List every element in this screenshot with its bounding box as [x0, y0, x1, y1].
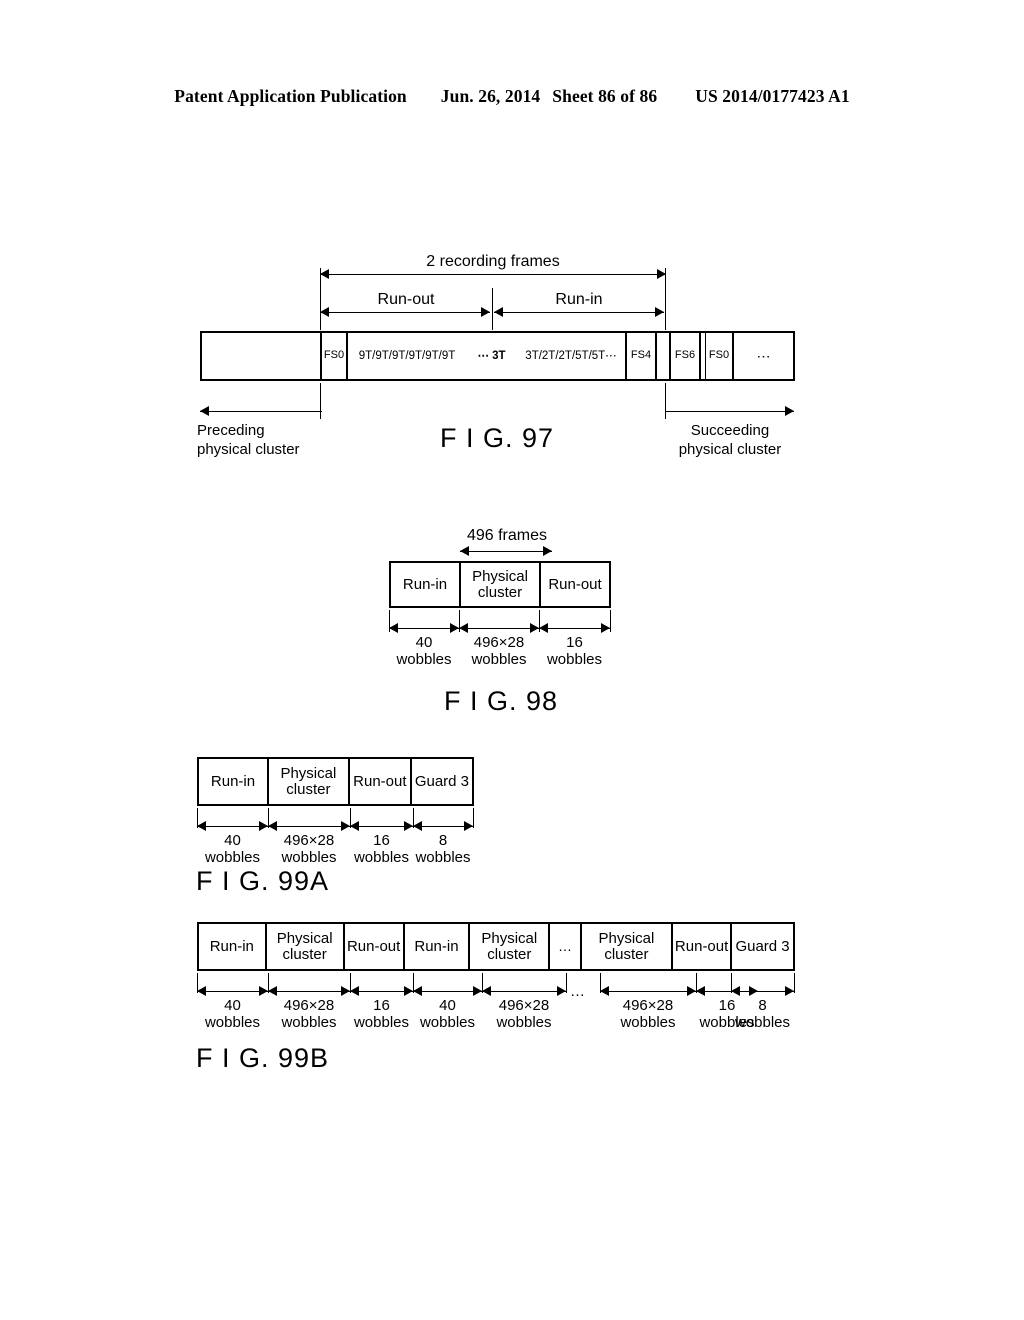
fig98-caption: F I G. 98: [444, 686, 559, 716]
fig99a-dim-value-1: 496×28: [283, 832, 335, 849]
fig99a-cell-run-in: Run-in: [199, 759, 269, 804]
header-sheet: Sheet 86 of 86: [552, 86, 658, 106]
fig99b-dim-unit-6: wobbles: [620, 1014, 676, 1032]
fig99b-cluster-bar: Run-in Physical cluster Run-out Run-in P…: [197, 922, 795, 971]
fig97-cell-9t-sequence: 9T/9T/9T/9T/9T/9T: [348, 333, 466, 379]
fig99b-dim-text-3: 40 wobbles: [413, 997, 482, 1032]
fig98-dim-unit-2: wobbles: [546, 651, 603, 669]
fig98-dim-text-1: 496×28 wobbles: [459, 634, 539, 669]
fig99b-dim-value-4: 496×28: [498, 997, 550, 1014]
fig99a-dim-text-0: 40 wobbles: [197, 832, 268, 867]
fig98-dim-value-2: 16: [566, 634, 583, 651]
fig97-succeeding-arrow: [666, 405, 794, 419]
fig99a-dim-unit-3: wobbles: [415, 849, 471, 867]
fig99b-dim-unit-0: wobbles: [204, 1014, 261, 1032]
fig99b-cell-run-out-2: Run-out: [673, 924, 733, 969]
fig99b-dim-text-8: 8 wobbles: [731, 997, 794, 1032]
fig99b-dim-text-6: 496×28 wobbles: [600, 997, 696, 1032]
fig98-frames-arrow: [460, 545, 552, 559]
fig99a-cell-guard-3: Guard 3: [411, 759, 472, 804]
header-date: Jun. 26, 2014: [440, 86, 541, 106]
fig99b-cell-run-in-1: Run-in: [199, 924, 267, 969]
fig99a-dim-unit-2: wobbles: [353, 849, 410, 867]
fig99b-cell-physical-cluster-2: Physical cluster: [470, 924, 551, 969]
fig99a-cell-run-out: Run-out: [349, 759, 412, 804]
fig99b-cell-run-in-2: Run-in: [404, 924, 471, 969]
fig97-recording-frames-arrow: [320, 268, 666, 282]
fig98-dim-unit-1: wobbles: [471, 651, 527, 669]
fig97-run-out-arrow: [320, 306, 492, 320]
fig99b-dim-value-2: 16: [373, 997, 390, 1014]
fig99b-dim-unit-3: wobbles: [419, 1014, 476, 1032]
fig99a-dim-text-1: 496×28 wobbles: [268, 832, 350, 867]
fig99b-dim-text-4: 496×28 wobbles: [482, 997, 566, 1032]
fig98-tick-3: [610, 610, 611, 632]
fig98-dim-value-1: 496×28: [473, 634, 525, 651]
fig97-preceding-cluster-label: Preceding physical cluster: [197, 422, 300, 460]
fig97-cell-fs4: FS4: [627, 333, 657, 379]
fig99b-dim-value-3: 40: [439, 997, 456, 1014]
fig99b-dim-value-1: 496×28: [283, 997, 335, 1014]
fig97-run-in-arrow: [494, 306, 666, 320]
fig97-cell-3t-tail: ⋯ 3T: [466, 333, 517, 379]
fig99b-dim-value-0: 40: [224, 997, 241, 1014]
fig98-cell-run-out: Run-out: [541, 563, 609, 606]
fig99a-dim-unit-0: wobbles: [204, 849, 261, 867]
fig97-cell-mixed-run-in: 3T/2T/2T/5T/5T⋯: [517, 333, 627, 379]
fig99a-dim-value-2: 16: [373, 832, 390, 849]
header-publication: Patent Application Publication: [174, 86, 407, 106]
fig99b-dim-value-6: 496×28: [622, 997, 674, 1014]
fig97-caption: F I G. 97: [440, 423, 555, 453]
fig97-succeeding-cluster-label: Succeeding physical cluster: [666, 422, 794, 460]
fig99b-cell-guard-3: Guard 3: [732, 924, 793, 969]
fig97-cell-fs6: FS6: [671, 333, 701, 379]
fig98-dim-text-2: 16 wobbles: [539, 634, 610, 669]
fig99a-caption: F I G. 99A: [196, 866, 330, 896]
fig99b-tick-9: [794, 973, 795, 993]
fig97-cell-fs0-next: FS0: [706, 333, 734, 379]
fig99a-dim-text-2: 16 wobbles: [350, 832, 413, 867]
fig97-preceding-arrow: [200, 405, 322, 419]
fig97-succeeding-line1: Succeeding: [690, 422, 770, 439]
fig99b-cell-ellipsis: …: [550, 924, 582, 969]
fig99b-cell-run-out-1: Run-out: [344, 924, 405, 969]
fig99a-cell-physical-cluster: Physical cluster: [268, 759, 350, 804]
fig98-dim-value-0: 40: [415, 634, 433, 651]
fig99b-cell-physical-cluster-1: Physical cluster: [266, 924, 345, 969]
fig99b-dim-text-2: 16 wobbles: [350, 997, 413, 1032]
fig97-cell-blank-left: [202, 333, 322, 379]
fig98-cell-physical-cluster: Physical cluster: [461, 563, 541, 606]
fig99a-dim-unit-1: wobbles: [281, 849, 337, 867]
fig99b-dim-text-1: 496×28 wobbles: [268, 997, 350, 1032]
fig97-cell-gap-1: [657, 333, 671, 379]
fig98-dim-unit-0: wobbles: [396, 651, 452, 669]
fig99a-tick-4: [473, 808, 474, 828]
fig98-dim-text-0: 40 wobbles: [389, 634, 459, 669]
fig99a-dim-value-3: 8: [438, 832, 448, 849]
fig98-frames-label: 496 frames: [466, 527, 548, 544]
fig99b-dim-ellipsis: …: [570, 983, 586, 1000]
fig97-preceding-line2: physical cluster: [197, 440, 300, 458]
page-header: Patent Application Publication Jun. 26, …: [0, 86, 1024, 107]
fig97-cell-ellipsis: ⋯: [734, 333, 793, 379]
fig99a-cluster-bar: Run-in Physical cluster Run-out Guard 3: [197, 757, 474, 806]
fig99b-dim-unit-1: wobbles: [281, 1014, 337, 1032]
fig98-cell-run-in: Run-in: [391, 563, 461, 606]
fig97-preceding-line1: Preceding: [197, 422, 265, 439]
fig97-frame-bar: FS0 9T/9T/9T/9T/9T/9T ⋯ 3T 3T/2T/2T/5T/5…: [200, 331, 795, 381]
fig99b-tick-5: [566, 973, 567, 993]
fig97-cell-fs0-start: FS0: [322, 333, 348, 379]
fig99b-dim-unit-2: wobbles: [353, 1014, 410, 1032]
fig99a-dim-text-3: 8 wobbles: [413, 832, 473, 867]
fig99b-dim-unit-4: wobbles: [496, 1014, 552, 1032]
fig99b-caption: F I G. 99B: [196, 1043, 330, 1073]
fig97-succeeding-line2: physical cluster: [678, 440, 782, 458]
fig99b-dim-text-0: 40 wobbles: [197, 997, 268, 1032]
fig99a-dim-value-0: 40: [224, 832, 241, 849]
fig98-cluster-bar: Run-in Physical cluster Run-out: [389, 561, 611, 608]
header-patent-number: US 2014/0177423 A1: [695, 86, 850, 106]
fig99b-dim-value-8: 8: [758, 997, 767, 1014]
fig99b-dim-unit-8: wobbles: [734, 1014, 791, 1032]
fig99b-cell-physical-cluster-n: Physical cluster: [581, 924, 674, 969]
